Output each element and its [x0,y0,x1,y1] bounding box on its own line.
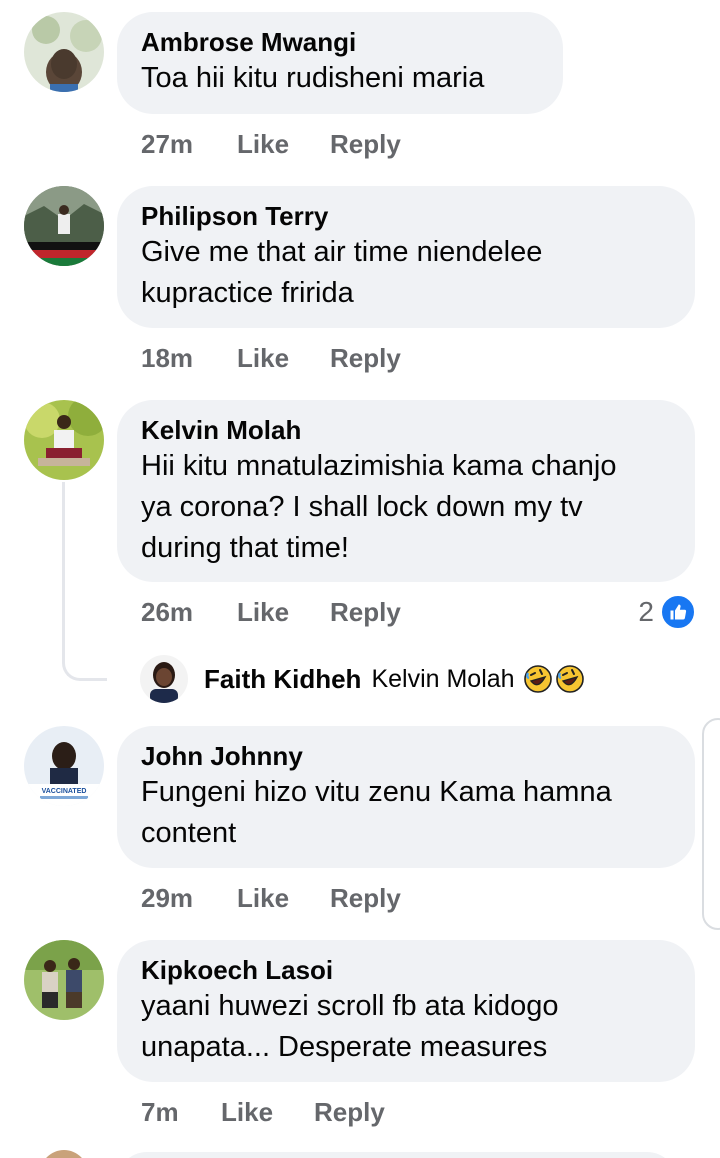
comment-text-line: ya corona? I shall lock down my tv [141,491,583,523]
reply-button[interactable]: Reply [330,880,401,916]
avatar[interactable] [140,655,188,703]
like-button[interactable]: Like [237,880,330,916]
like-button[interactable]: Like [237,126,330,162]
comment-author[interactable]: Kipkoech Lasoi [141,954,671,986]
comment-time[interactable]: 7m [141,1094,221,1130]
comment-text-line: content [141,817,237,849]
comments-page: Ambrose Mwangi Toa hii kitu rudisheni ma… [0,0,720,1158]
vaccinated-badge: VACCINATED [42,788,87,795]
comment-time[interactable]: 18m [141,340,237,376]
rolling-on-floor-laughing-icon [555,664,585,694]
reply-thread-line [62,482,107,681]
comment-bubble: Kelvin Molah Hii kitu mnatulazimishia ka… [117,400,695,582]
comment-text-line: during that time! [141,532,349,564]
reply-button[interactable]: Reply [330,126,401,162]
next-comment-avatar-peek [40,1150,88,1158]
like-button[interactable]: Like [237,594,330,630]
avatar[interactable] [24,400,104,480]
reply-preview[interactable]: Faith Kidheh Kelvin Molah [140,654,587,704]
comment-actions: 18m Like Reply [141,340,401,376]
comment-actions: 7m Like Reply [141,1094,385,1130]
comment-actions: 26m Like Reply [141,594,401,630]
comment-author[interactable]: John Johnny [141,740,671,772]
comment-author[interactable]: Kelvin Molah [141,414,671,446]
comment-bubble: John Johnny Fungeni hizo vitu zenu Kama … [117,726,695,868]
avatar[interactable] [24,12,104,92]
reply-button[interactable]: Reply [330,594,401,630]
reply-button[interactable]: Reply [314,1094,385,1130]
comment-bubble: Philipson Terry Give me that air time ni… [117,186,695,328]
reaction-count: 2 [638,596,654,627]
avatar[interactable] [24,186,104,266]
comment-author[interactable]: Philipson Terry [141,200,671,232]
reply-text: Kelvin Molah [371,664,515,693]
reaction-summary[interactable]: 2 [638,594,696,630]
comment-text-line: Fungeni hizo vitu zenu Kama hamna [141,776,612,808]
like-button[interactable]: Like [221,1094,314,1130]
comment-text-line: yaani huwezi scroll fb ata kidogo [141,990,559,1022]
thumbs-up-icon [660,594,696,630]
comment-text: Toa hii kitu rudisheni maria [141,62,485,94]
comment-time[interactable]: 27m [141,126,237,162]
reply-button[interactable]: Reply [330,340,401,376]
comment-bubble: Kipkoech Lasoi yaani huwezi scroll fb at… [117,940,695,1082]
avatar[interactable] [24,940,104,1020]
reply-author[interactable]: Faith Kidheh [204,664,361,695]
comment-text-line: kupractice fririda [141,277,354,309]
comment-text-line: Hii kitu mnatulazimishia kama chanjo [141,450,617,482]
like-button[interactable]: Like [237,340,330,376]
avatar[interactable]: VACCINATED [24,726,104,806]
next-comment-bubble-peek [117,1152,677,1158]
comment-author[interactable]: Ambrose Mwangi [141,26,539,58]
comment-bubble: Ambrose Mwangi Toa hii kitu rudisheni ma… [117,12,563,114]
rolling-on-floor-laughing-icon [523,664,553,694]
comment-time[interactable]: 29m [141,880,237,916]
scroll-handle[interactable] [702,718,720,930]
comment-text-line: Give me that air time niendelee [141,236,543,268]
comment-time[interactable]: 26m [141,594,237,630]
comment-actions: 27m Like Reply [141,126,401,162]
comment-actions: 29m Like Reply [141,880,401,916]
comment-text-line: unapata... Desperate measures [141,1031,548,1063]
